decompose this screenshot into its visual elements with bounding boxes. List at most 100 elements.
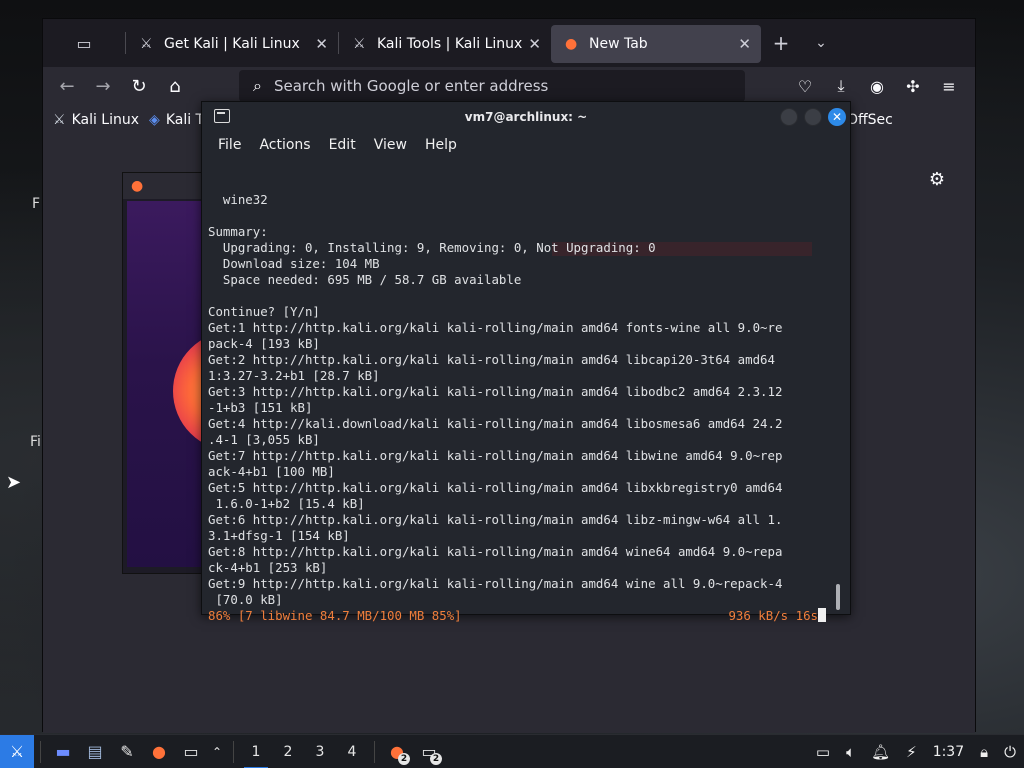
menu-actions[interactable]: Actions	[259, 137, 310, 153]
list-all-tabs-button[interactable]: ⌄	[801, 35, 841, 51]
terminal-line: Get:8 http://http.kali.org/kali kali-rol…	[208, 544, 783, 559]
home-icon[interactable]: ⌂	[157, 76, 193, 97]
text-editor-icon[interactable]: ✎	[111, 735, 143, 768]
terminal-line: Get:2 http://http.kali.org/kali kali-rol…	[208, 352, 775, 367]
address-bar[interactable]: ⌕ Search with Google or enter address	[239, 70, 745, 102]
clock[interactable]: 1:37	[933, 744, 964, 760]
system-tray: ▭ 🔈︎ 🔔︎ ⚡ 1:37 🔒︎ ⏻	[808, 743, 1024, 761]
tab-get-kali[interactable]: ⚔ Get Kali | Kali Linux ✕	[126, 25, 338, 63]
terminal-line: Get:1 http://http.kali.org/kali kali-rol…	[208, 320, 783, 335]
mouse-cursor-icon: ➤	[6, 472, 22, 493]
terminal-line: ack-4+b1 [100 MB]	[208, 464, 335, 479]
download-rate: 936 kB/s 16s	[728, 608, 828, 624]
minimize-button[interactable]	[780, 108, 798, 126]
account-icon[interactable]: ◉	[859, 77, 895, 96]
window-count-badge: 2	[430, 752, 442, 765]
file-manager-icon[interactable]: ▤	[79, 735, 111, 768]
reload-icon[interactable]: ↻	[121, 76, 157, 97]
bookmark-kali-tools[interactable]: ◈ Kali T	[149, 112, 204, 128]
close-icon[interactable]: ✕	[738, 35, 751, 53]
menu-edit[interactable]: Edit	[329, 137, 356, 153]
terminal-line: wine32	[208, 192, 268, 207]
terminal-line: Get:4 http://kali.download/kali kali-rol…	[208, 416, 783, 431]
terminal-task-icon[interactable]: ▭ 2	[413, 735, 445, 768]
menu-view[interactable]: View	[374, 137, 407, 153]
terminal-line: Get:3 http://http.kali.org/kali kali-rol…	[208, 384, 783, 399]
close-button[interactable]: ✕	[828, 108, 846, 126]
power-manager-icon[interactable]: ⚡	[906, 743, 917, 761]
back-arrow-icon[interactable]: ←	[49, 76, 85, 97]
chevron-up-icon[interactable]: ⌃	[207, 735, 227, 768]
tab-kali-tools[interactable]: ⚔ Kali Tools | Kali Linux To ✕	[339, 25, 551, 63]
menu-file[interactable]: File	[218, 137, 241, 153]
taskbar-divider	[40, 740, 41, 763]
terminal-line: 3.1+dfsg-1 [154 kB]	[208, 528, 350, 543]
terminal-line: Download size: 104 MB	[208, 256, 380, 271]
gear-icon[interactable]: ⚙	[929, 169, 945, 190]
kali-menu-button[interactable]: ⚔	[0, 734, 34, 768]
lock-icon[interactable]: 🔒︎	[980, 743, 988, 761]
address-placeholder: Search with Google or enter address	[273, 77, 549, 95]
search-icon: ⌕	[253, 76, 262, 95]
kali-tools-icon: ◈	[149, 112, 160, 128]
bookmark-label: Kali Linux	[71, 112, 140, 128]
show-desktop-icon[interactable]: ▬	[47, 735, 79, 768]
taskbar-divider	[374, 740, 375, 763]
kali-dragon-icon: ⚔	[353, 36, 366, 52]
firefox-welcome-graphic	[127, 201, 233, 567]
terminal-line: -1+b3 [151 kB]	[208, 400, 313, 415]
desktop-icon-label[interactable]: F	[32, 196, 40, 212]
nav-bar: ← → ↻ ⌂ ⌕ Search with Google or enter ad…	[43, 67, 975, 105]
terminal-output[interactable]: wine32 Summary: Upgrading: 0, Installing:…	[208, 160, 828, 623]
workspace-1[interactable]: 1	[240, 744, 272, 768]
bookmark-label: Kali T	[165, 112, 205, 128]
terminal-window[interactable]: vm7@archlinux: ~ ✕ File Actions Edit Vie…	[201, 101, 851, 623]
menu-icon[interactable]: ≡	[931, 77, 967, 96]
terminal-line: Summary:	[208, 224, 268, 239]
extensions-icon[interactable]: ✣	[895, 77, 931, 96]
close-icon[interactable]: ✕	[528, 35, 541, 53]
firefox-icon[interactable]: ●	[143, 735, 175, 768]
terminal-line: 1:3.27-3.2+b1 [28.7 kB]	[208, 368, 380, 383]
display-icon[interactable]: ▭	[816, 743, 830, 761]
menu-help[interactable]: Help	[425, 137, 457, 153]
close-icon[interactable]: ✕	[315, 35, 328, 53]
workspace-3[interactable]: 3	[304, 744, 336, 760]
terminal-line: pack-4 [193 kB]	[208, 336, 320, 351]
pocket-icon[interactable]: ♡	[787, 77, 823, 96]
terminal-titlebar[interactable]: vm7@archlinux: ~ ✕	[202, 102, 850, 132]
bookmark-offsec[interactable]: OffSec	[847, 112, 893, 128]
firefox-task-icon[interactable]: ● 2	[381, 735, 413, 768]
forward-arrow-icon[interactable]: →	[85, 76, 121, 97]
terminal-line: Continue? [Y/n]	[208, 304, 320, 319]
background-firefox-window[interactable]: ●	[122, 172, 233, 574]
terminal-line: ck-4+b1 [253 kB]	[208, 560, 328, 575]
tab-history-icon[interactable]: ▭	[43, 19, 125, 67]
tab-new-tab[interactable]: ● New Tab ✕	[551, 25, 761, 63]
terminal-line: Get:5 http://http.kali.org/kali kali-rol…	[208, 480, 783, 495]
terminal-line: Space needed: 695 MB / 58.7 GB available	[208, 272, 522, 287]
terminal-line: .4-1 [3,055 kB]	[208, 432, 320, 447]
maximize-button[interactable]	[804, 108, 822, 126]
bookmark-kali-linux[interactable]: ⚔ Kali Linux	[53, 112, 139, 128]
taskbar-divider	[233, 740, 234, 763]
terminal-line: Get:9 http://http.kali.org/kali kali-rol…	[208, 576, 783, 591]
download-icon[interactable]: ⤓	[823, 76, 859, 96]
notification-bell-icon[interactable]: 🔔︎	[871, 743, 890, 761]
firefox-icon: ●	[123, 173, 201, 199]
scrollbar[interactable]	[836, 584, 840, 610]
firefox-icon: ●	[565, 36, 578, 52]
tab-title: Get Kali | Kali Linux	[164, 36, 300, 52]
tab-strip: ▭ ⚔ Get Kali | Kali Linux ✕ ⚔ Kali Tools…	[43, 19, 975, 67]
terminal-menubar: File Actions Edit View Help	[202, 132, 850, 158]
logout-icon[interactable]: ⏻	[1004, 743, 1016, 761]
terminal-icon[interactable]: ▭	[175, 735, 207, 768]
new-tab-button[interactable]: +	[761, 31, 801, 55]
workspace-4[interactable]: 4	[336, 744, 368, 760]
terminal-line: Get:6 http://http.kali.org/kali kali-rol…	[208, 512, 783, 527]
text-cursor	[818, 608, 826, 622]
desktop-icon-label[interactable]: Fi	[30, 434, 41, 450]
volume-icon[interactable]: 🔈︎	[846, 743, 855, 761]
workspace-2[interactable]: 2	[272, 744, 304, 760]
